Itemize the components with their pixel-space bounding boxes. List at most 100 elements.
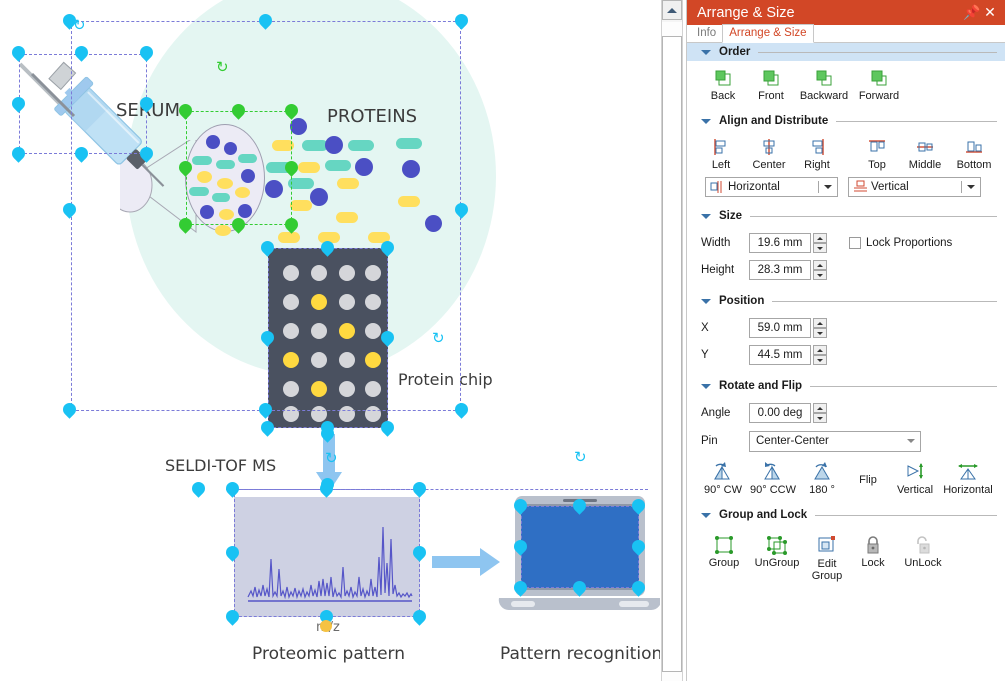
right-arrow-shape[interactable] <box>432 548 500 576</box>
section-header-position[interactable]: Position <box>687 292 1005 310</box>
width-input[interactable] <box>749 233 811 253</box>
lock-proportions-row[interactable]: Lock Proportions <box>849 237 952 249</box>
width-decrement-button[interactable] <box>813 243 827 253</box>
width-increment-button[interactable] <box>813 233 827 243</box>
angle-stepper[interactable] <box>749 403 827 423</box>
selection-handle[interactable] <box>629 537 648 556</box>
section-header-rotate[interactable]: Rotate and Flip <box>687 377 1005 395</box>
align-right-button[interactable]: Right <box>793 136 841 171</box>
rotate-handle-icon[interactable]: ↻ <box>325 451 338 466</box>
section-header-align[interactable]: Align and Distribute <box>687 112 1005 130</box>
selection-handle[interactable] <box>452 400 471 419</box>
flip-horizontal-button[interactable]: Horizontal <box>939 461 997 496</box>
chevron-down-icon[interactable] <box>902 439 920 443</box>
y-input[interactable] <box>749 345 811 365</box>
tab-arrange-and-size[interactable]: Arrange & Size <box>722 24 814 43</box>
align-left-button[interactable]: Left <box>697 136 745 171</box>
selection-handle[interactable] <box>72 43 91 62</box>
rotate-ccw-button[interactable]: 90° CCW <box>747 461 799 496</box>
ungroup-button[interactable]: UnGroup <box>749 534 805 582</box>
align-center-button[interactable]: Center <box>745 136 793 171</box>
selection-handle[interactable] <box>258 418 277 437</box>
rotate-cw-button[interactable]: 90° CW <box>699 461 747 496</box>
selection-handle[interactable] <box>176 158 195 177</box>
scrollbar-track[interactable] <box>662 22 682 681</box>
lock-button[interactable]: Lock <box>849 534 897 582</box>
selection-handle[interactable] <box>223 607 242 626</box>
align-middle-button[interactable]: Middle <box>901 136 949 171</box>
selection-handle[interactable] <box>60 400 79 419</box>
rotate-handle-icon[interactable]: ↻ <box>574 450 587 465</box>
height-stepper[interactable] <box>749 260 827 280</box>
x-stepper[interactable] <box>749 318 827 338</box>
selection-handle[interactable] <box>258 328 277 347</box>
selection-handle[interactable] <box>256 11 275 30</box>
selection-handle[interactable] <box>378 418 397 437</box>
selection-handle[interactable] <box>570 496 589 515</box>
bring-forward-button[interactable]: Forward <box>853 67 905 102</box>
selection-handle[interactable] <box>410 479 429 498</box>
chevron-down-icon[interactable] <box>819 185 837 189</box>
section-header-group[interactable]: Group and Lock <box>687 506 1005 524</box>
pin-icon[interactable]: 📌 <box>963 4 981 21</box>
selection-handle[interactable] <box>9 43 28 62</box>
selection-handle[interactable] <box>410 543 429 562</box>
align-top-button[interactable]: Top <box>853 136 901 171</box>
selection-handle[interactable] <box>282 101 301 120</box>
x-increment-button[interactable] <box>813 318 827 328</box>
selection-handle[interactable] <box>229 101 248 120</box>
selection-handle[interactable] <box>9 94 28 113</box>
y-increment-button[interactable] <box>813 345 827 355</box>
distribute-vertical-dropdown[interactable]: Vertical <box>848 177 981 197</box>
selection-handle[interactable] <box>511 496 530 515</box>
angle-decrement-button[interactable] <box>813 413 827 423</box>
x-input[interactable] <box>749 318 811 338</box>
pin-dropdown[interactable]: Center-Center <box>749 430 921 452</box>
selection-handle[interactable] <box>189 479 208 498</box>
send-to-back-button[interactable]: Back <box>699 67 747 102</box>
y-stepper[interactable] <box>749 345 827 365</box>
align-bottom-button[interactable]: Bottom <box>949 136 999 171</box>
flip-vertical-button[interactable]: Vertical <box>891 461 939 496</box>
close-icon[interactable]: ✕ <box>981 4 999 21</box>
section-header-size[interactable]: Size <box>687 207 1005 225</box>
selection-handle[interactable] <box>378 328 397 347</box>
selection-handle[interactable] <box>137 144 156 163</box>
rotate-180-button[interactable]: 180 ° <box>799 461 845 496</box>
rotate-handle-icon[interactable]: ↻ <box>432 331 445 346</box>
selection-handle[interactable] <box>137 94 156 113</box>
selection-handle[interactable] <box>137 43 156 62</box>
send-backward-button[interactable]: Backward <box>795 67 853 102</box>
unlock-button[interactable]: UnLock <box>897 534 949 582</box>
selection-handle[interactable] <box>223 543 242 562</box>
selection-handle[interactable] <box>176 215 195 234</box>
selection-handle[interactable] <box>176 101 195 120</box>
selection-handle[interactable] <box>452 200 471 219</box>
selection-handle[interactable] <box>60 200 79 219</box>
rotate-handle-icon[interactable]: ↻ <box>73 18 86 33</box>
y-decrement-button[interactable] <box>813 355 827 365</box>
scroll-up-button[interactable] <box>662 0 682 20</box>
canvas-vertical-scrollbar[interactable] <box>661 0 683 681</box>
tab-info[interactable]: Info <box>691 25 722 42</box>
text-anchor-handle[interactable] <box>320 620 332 632</box>
selection-handle[interactable] <box>318 424 337 443</box>
selection-handle[interactable] <box>223 479 242 498</box>
section-header-order[interactable]: Order <box>687 43 1005 61</box>
height-decrement-button[interactable] <box>813 270 827 280</box>
selection-handle[interactable] <box>9 144 28 163</box>
edit-group-button[interactable]: Edit Group <box>805 534 849 582</box>
scrollbar-thumb[interactable] <box>662 36 682 672</box>
selection-handle[interactable] <box>410 607 429 626</box>
lock-proportions-checkbox[interactable] <box>849 237 861 249</box>
selection-handle[interactable] <box>282 158 301 177</box>
selection-handle[interactable] <box>511 578 530 597</box>
selection-handle[interactable] <box>318 238 337 257</box>
selection-handle[interactable] <box>256 400 275 419</box>
selection-handle[interactable] <box>318 475 337 494</box>
angle-input[interactable] <box>749 403 811 423</box>
angle-increment-button[interactable] <box>813 403 827 413</box>
height-input[interactable] <box>749 260 811 280</box>
selection-handle[interactable] <box>258 238 277 257</box>
group-button[interactable]: Group <box>699 534 749 582</box>
